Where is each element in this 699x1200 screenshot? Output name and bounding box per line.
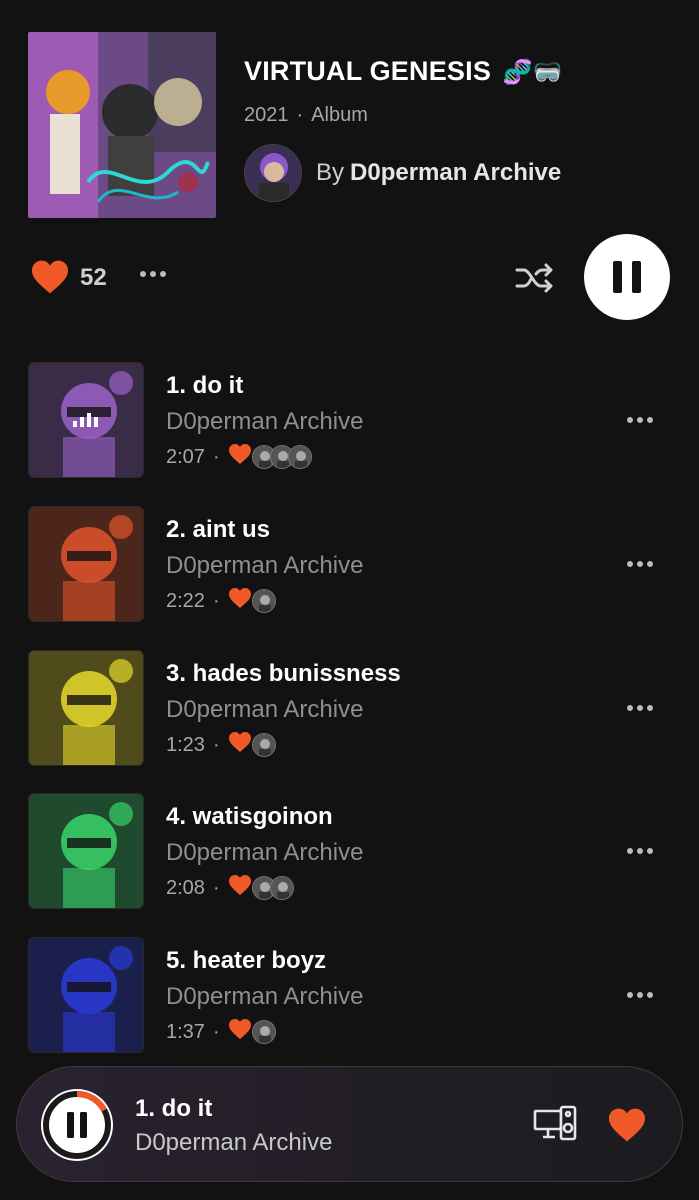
track-meta: 2:08 · (166, 875, 294, 901)
ellipsis-icon[interactable] (140, 264, 170, 288)
separator-dot: · (212, 733, 220, 756)
now-playing-indicator (73, 413, 98, 427)
track-duration: 2:07 (166, 445, 205, 468)
album-title-emoji: 🧬🥽 (502, 59, 563, 86)
track-artwork (28, 650, 144, 766)
separator-dot: · (212, 876, 220, 899)
pause-button[interactable] (584, 234, 670, 320)
ellipsis-icon[interactable] (627, 410, 657, 423)
track-artist: D0perman Archive (166, 696, 364, 723)
heart-icon[interactable] (607, 1107, 647, 1143)
track-meta: 2:22 · (166, 588, 276, 614)
album-title: VIRTUAL GENESIS 🧬🥽 (244, 56, 563, 87)
track-meta: 1:23 · (166, 732, 276, 758)
track-duration: 2:08 (166, 876, 205, 899)
liker-avatar (251, 1020, 276, 1044)
artist-link[interactable]: By D0perman Archive (244, 144, 561, 202)
artist-name[interactable]: D0perman Archive (350, 159, 561, 187)
track-row[interactable]: 5. heater boyz D0perman Archive 1:37 · (28, 937, 671, 1055)
track-duration: 1:37 (166, 1020, 205, 1043)
track-artwork (28, 362, 144, 478)
album-year: 2021 (244, 104, 289, 126)
mini-player[interactable]: 1. do it D0perman Archive (16, 1066, 683, 1182)
heart-icon[interactable] (30, 259, 70, 295)
album-cover[interactable] (28, 32, 216, 218)
device-connect-icon[interactable] (533, 1105, 577, 1143)
like-count: 52 (80, 264, 107, 291)
track-title: 4. watisgoinon (166, 803, 333, 830)
track-artwork (28, 793, 144, 909)
track-title: 1. do it (166, 372, 244, 399)
track-row[interactable]: 2. aint us D0perman Archive 2:22 · (28, 506, 671, 624)
album-header: VIRTUAL GENESIS 🧬🥽 2021 · Album By D0perma… (28, 32, 678, 220)
mini-track-artist: D0perman Archive (135, 1129, 333, 1156)
shuffle-icon[interactable] (514, 262, 556, 294)
liker-avatar (269, 876, 294, 900)
track-row[interactable]: 3. hades bunissness D0perman Archive 1:23 · (28, 650, 671, 768)
separator-dot: · (296, 104, 304, 126)
mini-track-title: 1. do it (135, 1095, 213, 1122)
track-artist: D0perman Archive (166, 839, 364, 866)
track-duration: 2:22 (166, 589, 205, 612)
ellipsis-icon[interactable] (627, 554, 657, 567)
mini-pause-button[interactable] (37, 1085, 117, 1165)
album-actions: 52 (30, 234, 672, 322)
by-label: By (316, 159, 345, 186)
bottom-fade (0, 1182, 699, 1200)
album-meta: 2021 · Album (244, 104, 368, 127)
track-duration: 1:23 (166, 733, 205, 756)
track-row[interactable]: 1. do it D0perman Archive 2:07 · (28, 362, 671, 480)
ellipsis-icon[interactable] (627, 985, 657, 998)
separator-dot: · (212, 1020, 220, 1043)
separator-dot: · (212, 589, 220, 612)
track-row[interactable]: 4. watisgoinon D0perman Archive 2:08 · (28, 793, 671, 911)
liker-avatar (251, 589, 276, 613)
track-artist: D0perman Archive (166, 408, 364, 435)
pause-icon (613, 261, 622, 293)
track-artist: D0perman Archive (166, 552, 364, 579)
liker-avatar (287, 445, 312, 469)
separator-dot: · (212, 445, 220, 468)
track-title: 5. heater boyz (166, 947, 327, 974)
ellipsis-icon[interactable] (627, 698, 657, 711)
track-artwork (28, 937, 144, 1053)
track-meta: 2:07 · (166, 444, 312, 470)
artist-avatar[interactable] (244, 144, 302, 202)
track-artist: D0perman Archive (166, 983, 364, 1010)
album-title-text: VIRTUAL GENESIS (244, 56, 492, 86)
liker-avatar (251, 733, 276, 757)
track-title: 2. aint us (166, 516, 271, 543)
pause-icon (67, 1112, 74, 1138)
album-type: Album (311, 104, 368, 126)
ellipsis-icon[interactable] (627, 841, 657, 854)
track-meta: 1:37 · (166, 1019, 276, 1045)
track-title: 3. hades bunissness (166, 660, 401, 687)
track-artwork (28, 506, 144, 622)
